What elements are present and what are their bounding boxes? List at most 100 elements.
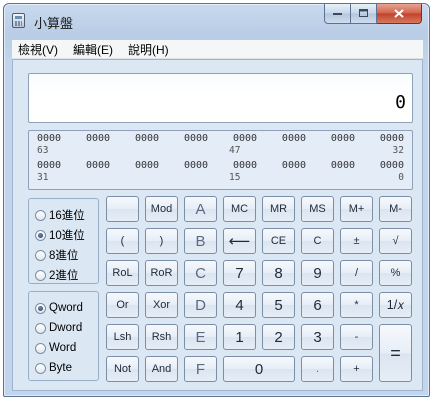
decimal-point-button[interactable]: . — [301, 356, 334, 382]
memory-store-button[interactable]: MS — [301, 196, 334, 222]
digit-9-button[interactable]: 9 — [301, 260, 334, 286]
bit-group[interactable]: 0000 — [233, 160, 257, 171]
minimize-icon — [332, 12, 342, 15]
menu-edit[interactable]: 編輯(E) — [73, 41, 113, 58]
digit-1-button[interactable]: 1 — [223, 324, 256, 350]
rotate-left-button[interactable]: RoL — [106, 260, 139, 286]
digit-6-button[interactable]: 6 — [301, 292, 334, 318]
bit-group[interactable]: 0000 — [37, 160, 61, 171]
bit-group[interactable]: 0000 — [380, 133, 404, 144]
left-paren-button[interactable]: ( — [106, 228, 139, 254]
reciprocal-button[interactable]: 1/𝑥 — [379, 292, 412, 318]
maximize-icon — [358, 9, 368, 17]
mod-button[interactable]: Mod — [145, 196, 178, 222]
radio-button[interactable] — [35, 249, 46, 261]
percent-button[interactable]: % — [379, 260, 412, 286]
bit-group[interactable]: 0000 — [331, 160, 355, 171]
menu-view[interactable]: 檢視(V) — [18, 41, 58, 58]
radio-button[interactable] — [35, 302, 46, 314]
radio-oct[interactable]: 8進位 — [35, 245, 98, 265]
menu-bar: 檢視(V) 編輯(E) 說明(H) — [12, 40, 423, 59]
or-button[interactable]: Or — [106, 292, 139, 318]
minimize-button[interactable] — [324, 4, 351, 24]
calculator-app-icon — [12, 13, 25, 28]
negate-button[interactable]: ± — [340, 228, 373, 254]
number-base-group: 16進位 10進位 8進位 2進位 — [28, 198, 99, 284]
digit-2-button[interactable]: 2 — [262, 324, 295, 350]
digit-8-button[interactable]: 8 — [262, 260, 295, 286]
calculator-window: 小算盤 檢視(V) 編輯(E) 說明(H) 0 0000 0000 0000 0… — [3, 3, 430, 397]
hex-e-button[interactable]: E — [184, 324, 217, 350]
radio-label: 16進位 — [49, 210, 85, 222]
bit-group[interactable]: 0000 — [282, 133, 306, 144]
left-shift-button[interactable]: Lsh — [106, 324, 139, 350]
radio-dword[interactable]: Dword — [35, 318, 98, 338]
hex-c-button[interactable]: C — [184, 260, 217, 286]
hex-d-button[interactable]: D — [184, 292, 217, 318]
digit-0-button[interactable]: 0 — [223, 356, 295, 382]
bit-group[interactable]: 0000 — [135, 160, 159, 171]
digit-5-button[interactable]: 5 — [262, 292, 295, 318]
right-shift-button[interactable]: Rsh — [145, 324, 178, 350]
caption-buttons — [324, 4, 422, 24]
and-button[interactable]: And — [145, 356, 178, 382]
blank-button[interactable] — [106, 196, 139, 222]
radio-label: Qword — [49, 302, 83, 314]
radio-button[interactable] — [35, 362, 46, 374]
bits-row-upper: 0000 0000 0000 0000 0000 0000 0000 0000 — [37, 133, 404, 144]
bit-group[interactable]: 0000 — [135, 133, 159, 144]
menu-help[interactable]: 說明(H) — [128, 41, 169, 58]
clear-button[interactable]: C — [301, 228, 334, 254]
radio-label: 10進位 — [49, 230, 85, 242]
radio-word[interactable]: Word — [35, 338, 98, 358]
square-root-button[interactable]: √ — [379, 228, 412, 254]
bits-positions-lower: 31 15 0 — [37, 172, 404, 184]
radio-hex[interactable]: 16進位 — [35, 205, 98, 225]
clear-entry-button[interactable]: CE — [262, 228, 295, 254]
xor-button[interactable]: Xor — [145, 292, 178, 318]
title-bar[interactable]: 小算盤 — [4, 4, 429, 34]
bit-group[interactable]: 0000 — [380, 160, 404, 171]
memory-recall-button[interactable]: MR — [262, 196, 295, 222]
right-paren-button[interactable]: ) — [145, 228, 178, 254]
hex-b-button[interactable]: B — [184, 228, 217, 254]
memory-add-button[interactable]: M+ — [340, 196, 373, 222]
bit-group[interactable]: 0000 — [331, 133, 355, 144]
radio-label: Dword — [49, 322, 83, 334]
memory-clear-button[interactable]: MC — [223, 196, 256, 222]
close-button[interactable] — [377, 4, 422, 24]
radio-qword[interactable]: Qword — [35, 298, 98, 318]
add-button[interactable]: + — [340, 356, 373, 382]
bit-group[interactable]: 0000 — [184, 160, 208, 171]
multiply-button[interactable]: * — [340, 292, 373, 318]
bit-group[interactable]: 0000 — [233, 133, 257, 144]
digit-7-button[interactable]: 7 — [223, 260, 256, 286]
hex-f-button[interactable]: F — [184, 356, 217, 382]
bit-group[interactable]: 0000 — [37, 133, 61, 144]
digit-3-button[interactable]: 3 — [301, 324, 334, 350]
radio-button[interactable] — [35, 342, 46, 354]
radio-button[interactable] — [35, 229, 46, 241]
not-button[interactable]: Not — [106, 356, 139, 382]
radio-bin[interactable]: 2進位 — [35, 265, 98, 285]
rotate-right-button[interactable]: RoR — [145, 260, 178, 286]
bit-position-label: 15 — [229, 172, 241, 183]
bit-group[interactable]: 0000 — [184, 133, 208, 144]
bit-group[interactable]: 0000 — [282, 160, 306, 171]
radio-button[interactable] — [35, 269, 46, 281]
radio-dec[interactable]: 10進位 — [35, 225, 98, 245]
hex-a-button[interactable]: A — [184, 196, 217, 222]
radio-byte[interactable]: Byte — [35, 358, 98, 378]
bit-group[interactable]: 0000 — [86, 160, 110, 171]
backspace-button[interactable]: ⟵ — [223, 228, 256, 254]
radio-button[interactable] — [35, 322, 46, 334]
bit-group[interactable]: 0000 — [86, 133, 110, 144]
maximize-button[interactable] — [351, 4, 377, 24]
divide-button[interactable]: / — [340, 260, 373, 286]
subtract-button[interactable]: - — [340, 324, 373, 350]
equals-button[interactable]: = — [379, 324, 412, 382]
digit-4-button[interactable]: 4 — [223, 292, 256, 318]
radio-button[interactable] — [35, 209, 46, 221]
calculator-body: 0 0000 0000 0000 0000 0000 0000 0000 000… — [12, 59, 423, 391]
memory-subtract-button[interactable]: M- — [379, 196, 412, 222]
